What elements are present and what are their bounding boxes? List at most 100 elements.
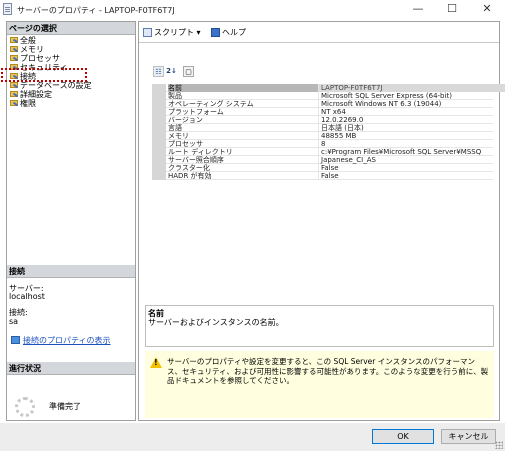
property-description: 名前 サーバーおよびインスタンスの名前。 — [145, 305, 494, 347]
property-name: オペレーティング システム — [168, 100, 254, 108]
script-button[interactable]: スクリプト ▾ — [143, 27, 201, 38]
script-icon — [143, 28, 152, 37]
link-label: 接続のプロパティの表示 — [23, 336, 111, 345]
toolbar: スクリプト ▾ ヘルプ — [139, 22, 499, 42]
progress-area: 準備完了 — [11, 393, 133, 423]
property-row[interactable]: 名前 LAPTOP-F0TF6T7J — [166, 84, 505, 92]
property-name: 名前 — [168, 84, 318, 92]
property-value: LAPTOP-F0TF6T7J — [318, 84, 505, 92]
property-row[interactable]: サーバー照合順序 Japanese_CI_AS — [166, 156, 493, 164]
property-name: HADR が有効 — [168, 172, 212, 180]
wrench-icon — [10, 64, 18, 71]
property-row[interactable]: HADR が有効 False — [166, 172, 493, 180]
property-value: False — [318, 172, 505, 180]
help-icon — [211, 28, 220, 37]
wrench-icon — [10, 55, 18, 62]
property-row[interactable]: プラットフォーム NT x64 — [166, 108, 493, 116]
title-bar: サーバーのプロパティ - LAPTOP-F0TF6T7J — ☐ ✕ — [0, 0, 505, 20]
page-item-advanced[interactable]: 詳細設定 — [9, 90, 133, 99]
page-item-label: セキュリティ — [20, 63, 68, 72]
wrench-icon — [10, 46, 18, 53]
left-pane: ページの選択 全般 メモリ プロセッサ セキュリティ 接続 データベースの設定 … — [1, 21, 136, 423]
maximize-button[interactable]: ☐ — [437, 0, 467, 18]
page-item-database-settings[interactable]: データベースの設定 — [9, 81, 133, 90]
wrench-icon — [10, 73, 18, 80]
property-value: Microsoft SQL Server Express (64-bit) — [318, 92, 505, 100]
description-text: サーバーおよびインスタンスの名前。 — [148, 318, 284, 327]
page-item-memory[interactable]: メモリ — [9, 45, 133, 54]
property-name: 言語 — [168, 124, 182, 132]
page-list: 全般 メモリ プロセッサ セキュリティ 接続 データベースの設定 詳細設定 権限 — [9, 36, 133, 108]
wrench-icon — [10, 100, 18, 107]
properties-icon — [11, 336, 20, 344]
property-value: 8 — [318, 140, 505, 148]
property-row[interactable]: バージョン 12.0.2269.0 — [166, 116, 493, 124]
property-value: NT x64 — [318, 108, 505, 116]
page-item-general[interactable]: 全般 — [9, 36, 133, 45]
property-name: プラットフォーム — [168, 108, 224, 116]
property-row[interactable]: オペレーティング システム Microsoft Windows NT 6.3 (1… — [166, 100, 493, 108]
property-value: 48855 MB — [318, 132, 505, 140]
minimize-button[interactable]: — — [403, 0, 433, 18]
connection-header: 接続 — [7, 265, 135, 278]
property-name: サーバー照合順序 — [168, 156, 224, 164]
page-item-label: 全般 — [20, 36, 36, 45]
property-name: バージョン — [168, 116, 203, 124]
page-item-processors[interactable]: プロセッサ — [9, 54, 133, 63]
property-name: 製品 — [168, 92, 182, 100]
property-value: Japanese_CI_AS — [318, 156, 505, 164]
property-row[interactable]: ルート ディレクトリ c:¥Program Files¥Microsoft SQL… — [166, 148, 493, 156]
resize-grip-icon[interactable] — [495, 441, 503, 449]
toolbar-divider — [139, 42, 499, 43]
property-value: False — [318, 164, 505, 172]
help-label: ヘルプ — [222, 28, 246, 37]
progress-header: 進行状況 — [7, 362, 135, 375]
help-button[interactable]: ヘルプ — [211, 27, 246, 38]
property-row[interactable]: プロセッサ 8 — [166, 140, 493, 148]
warning-panel: サーバーのプロパティや設定を変更すると、この SQL Server インスタンス… — [145, 351, 494, 418]
property-name: ルート ディレクトリ — [168, 148, 233, 156]
right-pane: スクリプト ▾ ヘルプ ☷ 2↓ ▢ 名前 LAPTOP-F0TF6T7J 製品 M… — [138, 21, 505, 421]
property-grid: 名前 LAPTOP-F0TF6T7J 製品 Microsoft SQL Server… — [152, 84, 505, 180]
page-item-label: メモリ — [20, 45, 44, 54]
property-value: 日本語 (日本) — [318, 124, 505, 132]
close-button[interactable]: ✕ — [472, 0, 502, 18]
property-row[interactable]: 製品 Microsoft SQL Server Express (64-bit) — [166, 92, 493, 100]
property-value: Microsoft Windows NT 6.3 (19044) — [318, 100, 505, 108]
page-item-security[interactable]: セキュリティ — [9, 63, 133, 72]
warning-text: サーバーのプロパティや設定を変更すると、この SQL Server インスタンス… — [167, 357, 489, 385]
warning-icon — [150, 357, 162, 368]
wrench-icon — [10, 37, 18, 44]
property-value: 12.0.2269.0 — [318, 116, 505, 124]
property-name: プロセッサ — [168, 140, 203, 148]
dialog-button-bar: OK キャンセル — [0, 423, 505, 451]
property-name: クラスター化 — [168, 164, 210, 172]
property-row[interactable]: メモリ 48855 MB — [166, 132, 493, 140]
connection-value: sa — [9, 317, 19, 326]
script-label: スクリプト — [154, 28, 194, 37]
categorized-view-icon[interactable]: ☷ — [153, 66, 164, 77]
ok-button[interactable]: OK — [372, 429, 434, 444]
page-item-label: データベースの設定 — [20, 81, 92, 90]
server-value: localhost — [9, 292, 45, 301]
property-row[interactable]: クラスター化 False — [166, 164, 493, 172]
progress-status: 準備完了 — [49, 402, 81, 411]
view-connection-properties-link[interactable]: 接続のプロパティの表示 — [11, 335, 111, 346]
property-row[interactable]: 言語 日本語 (日本) — [166, 124, 493, 132]
property-pages-icon[interactable]: ▢ — [183, 66, 194, 77]
property-name: メモリ — [168, 132, 189, 140]
page-item-permissions[interactable]: 権限 — [9, 99, 133, 108]
page-item-label: 詳細設定 — [20, 90, 52, 99]
chevron-down-icon[interactable]: ▾ — [197, 28, 201, 37]
alphabetical-sort-icon[interactable]: 2↓ — [166, 66, 177, 77]
property-grid-toolbar: ☷ 2↓ ▢ — [153, 66, 213, 78]
window-app-icon — [3, 3, 12, 15]
page-item-label: 接続 — [20, 72, 36, 81]
progress-spinner-icon — [15, 397, 35, 417]
property-value: c:¥Program Files¥Microsoft SQL Server¥MS… — [318, 148, 505, 156]
page-item-connections[interactable]: 接続 — [9, 72, 133, 81]
cancel-button[interactable]: キャンセル — [441, 429, 496, 444]
page-select-header: ページの選択 — [7, 22, 135, 35]
window-title: サーバーのプロパティ - LAPTOP-F0TF6T7J — [17, 6, 175, 15]
page-item-label: プロセッサ — [20, 54, 60, 63]
